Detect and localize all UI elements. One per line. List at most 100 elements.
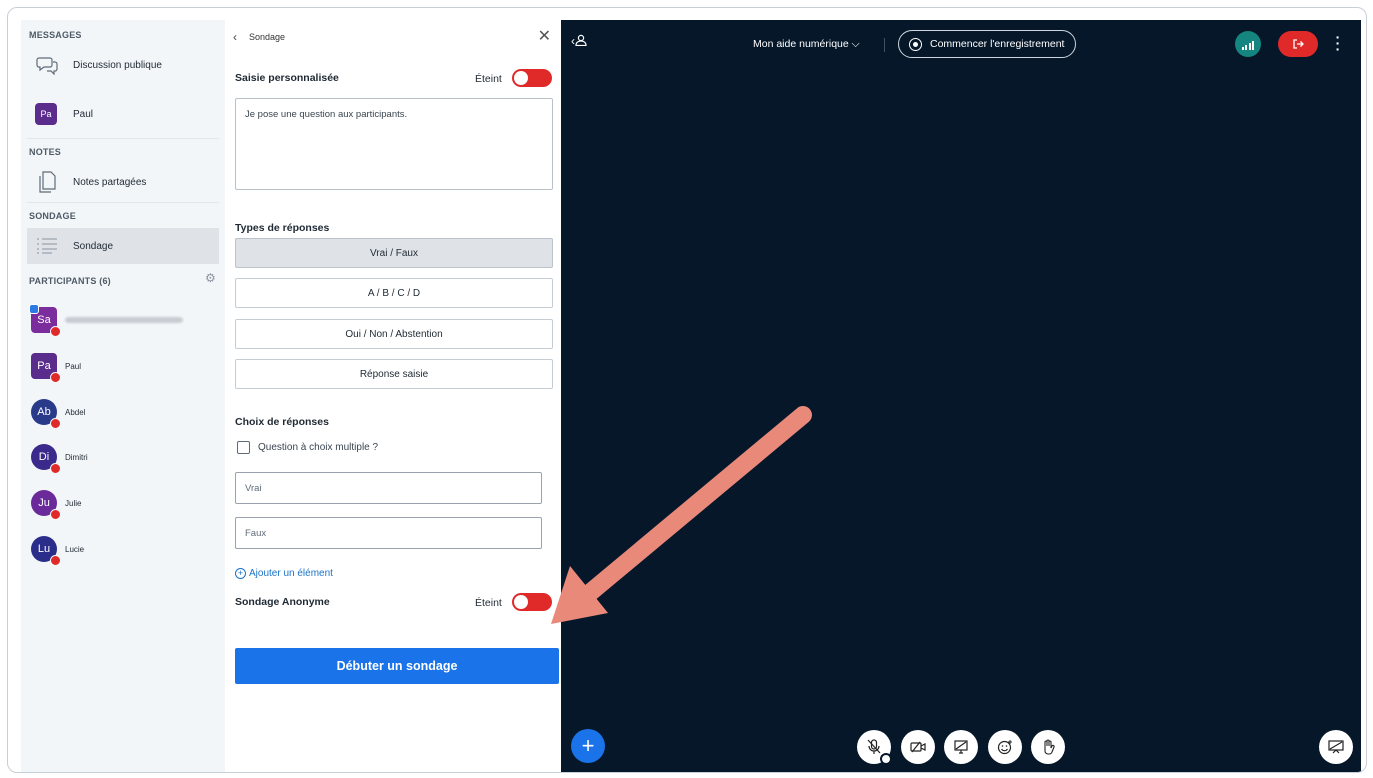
muted-mic-icon — [50, 326, 61, 337]
participants-section-title: PARTICIPANTS (6) — [29, 276, 111, 286]
anonymous-poll-label: Sondage Anonyme — [235, 596, 330, 608]
avatar-initials: Sa — [37, 314, 51, 326]
response-type-typed[interactable]: Réponse saisie — [235, 359, 553, 389]
response-types-label: Types de réponses — [235, 222, 330, 234]
participant-row[interactable]: Ab Abdel — [31, 397, 86, 429]
shared-notes-label: Notes partagées — [73, 176, 147, 188]
messages-section-title: MESSAGES — [29, 30, 82, 40]
multiple-choice-checkbox[interactable] — [237, 441, 250, 454]
participant-row[interactable]: Di Dimitri — [31, 442, 88, 474]
list-icon — [33, 232, 61, 260]
choice-input-2[interactable]: Faux — [235, 517, 542, 549]
response-type-yes-no-abstain[interactable]: Oui / Non / Abstention — [235, 319, 553, 349]
avatar-initials: Pa — [37, 360, 51, 372]
avatar: Sa — [29, 304, 61, 337]
avatar: Ju — [31, 490, 61, 520]
screen-share-button[interactable] — [944, 730, 978, 764]
avatar-initials: Ju — [38, 497, 50, 509]
avatar: Pa — [35, 103, 57, 125]
emoji-button[interactable] — [988, 730, 1022, 764]
divider — [27, 202, 219, 203]
sidebar-item-shared-notes[interactable]: Notes partagées — [27, 164, 219, 200]
close-icon[interactable]: ✕ — [538, 26, 551, 46]
muted-mic-icon — [50, 372, 61, 383]
participant-row[interactable]: Lu Lucie — [31, 534, 85, 566]
actions-plus-button[interactable]: + — [571, 729, 605, 763]
document-icon — [33, 168, 61, 196]
gear-icon[interactable]: ⚙ — [205, 271, 216, 285]
participant-row[interactable]: Ju Julie — [31, 488, 82, 520]
presentation-icon — [1328, 740, 1344, 754]
muted-mic-icon — [50, 463, 61, 474]
anonymous-poll-state: Éteint — [475, 597, 502, 609]
meeting-title[interactable]: Mon aide numérique ⌵ — [753, 38, 860, 51]
poll-section-title: SONDAGE — [29, 211, 76, 221]
chevron-left-icon[interactable]: ‹ — [233, 30, 237, 44]
avatar-initials: Di — [38, 451, 50, 463]
add-item-label: Ajouter un élément — [249, 568, 333, 579]
app-frame: MESSAGES Discussion publique Pa Paul NOT… — [7, 7, 1367, 773]
microphone-button[interactable] — [857, 730, 892, 765]
leave-meeting-button[interactable] — [1278, 31, 1318, 57]
participant-name: Lucie — [65, 544, 85, 554]
multiple-choice-label: Question à choix multiple ? — [258, 442, 379, 453]
sidebar: MESSAGES Discussion publique Pa Paul NOT… — [21, 20, 225, 772]
hand-icon — [1044, 739, 1055, 755]
participant-name: Abdel — [65, 407, 86, 417]
add-item-link[interactable]: + Ajouter un élément — [235, 568, 333, 579]
avatar: Pa — [31, 353, 61, 383]
avatar: Di — [31, 444, 61, 474]
custom-input-toggle[interactable] — [512, 69, 552, 87]
more-options-icon[interactable]: · · · — [1335, 30, 1341, 56]
raise-hand-button[interactable] — [1031, 730, 1065, 764]
status-dot — [880, 753, 892, 765]
microphone-muted-icon — [867, 739, 881, 754]
participant-name: Dimitri — [65, 452, 88, 462]
plus-circle-icon: + — [235, 568, 246, 579]
divider — [884, 38, 885, 52]
avatar: Lu — [31, 536, 61, 566]
divider — [27, 138, 219, 139]
camera-off-icon — [910, 741, 926, 753]
emoji-icon — [997, 740, 1012, 755]
record-button[interactable]: Commencer l'enregistrement — [898, 30, 1076, 58]
muted-mic-icon — [50, 509, 61, 520]
network-signal-icon[interactable] — [1235, 31, 1261, 57]
record-button-label: Commencer l'enregistrement — [930, 38, 1065, 50]
participant-row[interactable]: Sa — [29, 304, 183, 337]
presentation-area: ‹ Mon aide numérique ⌵ Commencer l'enreg… — [561, 20, 1361, 772]
poll-panel: ‹ Sondage ✕ Saisie personnalisée Éteint … — [225, 20, 561, 772]
participant-name: Julie — [65, 498, 82, 508]
presenter-badge-icon — [29, 304, 39, 314]
private-chat-label: Paul — [73, 108, 94, 120]
anonymous-poll-toggle[interactable] — [512, 593, 552, 611]
presentation-toggle-button[interactable] — [1319, 730, 1353, 764]
start-poll-button[interactable]: Débuter un sondage — [235, 648, 559, 684]
user-list-toggle-icon[interactable]: ‹ — [571, 34, 587, 48]
participant-row[interactable]: Pa Paul — [31, 351, 82, 383]
notes-section-title: NOTES — [29, 147, 62, 157]
record-icon — [909, 37, 922, 51]
camera-button[interactable] — [901, 730, 935, 764]
sidebar-item-private-chat[interactable]: Pa Paul — [27, 96, 219, 132]
public-chat-label: Discussion publique — [73, 59, 162, 71]
meeting-title-text: Mon aide numérique — [753, 38, 849, 50]
poll-item-label: Sondage — [73, 240, 114, 252]
sidebar-item-public-chat[interactable]: Discussion publique — [27, 47, 219, 83]
chevron-down-icon: ⌵ — [851, 38, 860, 50]
choices-label: Choix de réponses — [235, 416, 329, 428]
exit-icon — [1293, 39, 1304, 49]
avatar: Ab — [31, 399, 61, 429]
response-type-true-false[interactable]: Vrai / Faux — [235, 238, 553, 268]
response-type-abcd[interactable]: A / B / C / D — [235, 278, 553, 308]
panel-title[interactable]: Sondage — [249, 32, 285, 42]
choice-input-1[interactable]: Vrai — [235, 472, 542, 504]
screen-share-off-icon — [954, 740, 968, 754]
sidebar-item-poll[interactable]: Sondage — [27, 228, 219, 264]
participant-name: Paul — [65, 361, 82, 371]
question-textarea[interactable]: Je pose une question aux participants. — [235, 98, 553, 190]
muted-mic-icon — [50, 555, 61, 566]
custom-input-state: Éteint — [475, 73, 502, 85]
muted-mic-icon — [50, 418, 61, 429]
avatar-initials: Ab — [37, 406, 51, 418]
